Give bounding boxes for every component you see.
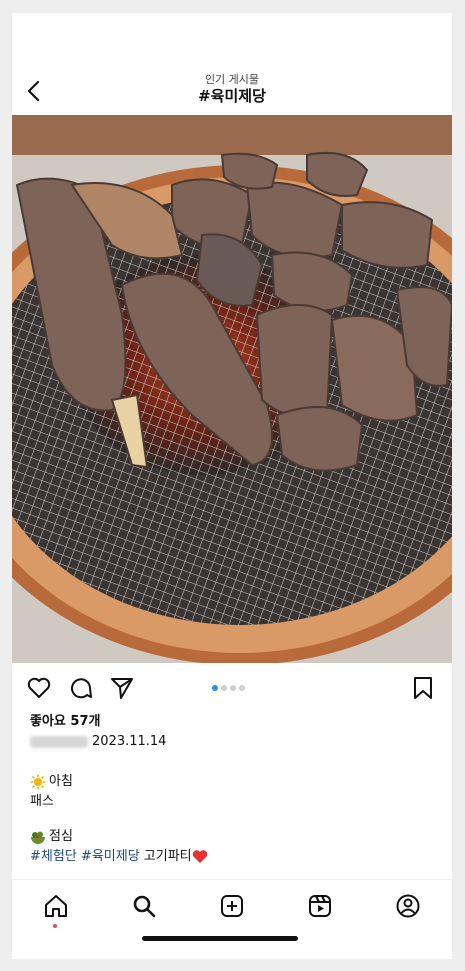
blurred-username[interactable] (30, 735, 88, 748)
notification-dot (53, 924, 57, 928)
caption-tail: 고기파티 (143, 849, 192, 864)
home-icon[interactable] (43, 893, 69, 919)
breakfast-text: 패스 (30, 794, 54, 809)
bottom-nav-bar (12, 879, 452, 959)
send-icon[interactable] (109, 675, 135, 701)
heart-icon[interactable] (26, 675, 52, 701)
sun-emoji (30, 774, 46, 789)
post-date: 2023.11.14 (92, 734, 167, 749)
hashtag-link[interactable]: #육미제당 (81, 849, 140, 864)
carousel-dot (221, 685, 227, 691)
post-photo[interactable] (12, 115, 452, 663)
like-count[interactable]: 좋아요 57개 (30, 710, 100, 729)
search-icon[interactable] (131, 893, 157, 919)
post-meta-row: 2023.11.14 (30, 734, 166, 749)
lunch-label: 점심 (49, 829, 73, 844)
caption-lunch-line: 점심 (30, 825, 73, 845)
caption-hashtags-line: #체험단 #육미제당 고기파티 (30, 845, 211, 864)
post-actions-bar (12, 673, 452, 703)
carousel-dot (239, 685, 245, 691)
caption-breakfast-line: 아침 (30, 770, 73, 790)
carousel-dot (212, 685, 218, 691)
header-title: #육미제당 (198, 87, 266, 105)
carousel-indicator (212, 685, 248, 691)
red-heart-emoji (192, 850, 207, 863)
top-header: 인기 게시물 #육미제당 (12, 13, 452, 115)
instagram-post-screen: 인기 게시물 #육미제당 좋아요 57개 2023.11.14 아침 패스 점심… (12, 13, 452, 959)
hashtag-link[interactable]: #체험단 (30, 849, 77, 864)
plus-square-icon[interactable] (219, 893, 245, 919)
home-indicator-bar[interactable] (142, 936, 298, 941)
profile-icon[interactable] (395, 893, 421, 919)
carousel-dot (230, 685, 236, 691)
breakfast-label: 아침 (49, 774, 73, 789)
reels-icon[interactable] (307, 893, 333, 919)
comment-icon[interactable] (68, 675, 94, 701)
bookmark-icon[interactable] (410, 675, 436, 701)
salad-emoji (31, 831, 45, 844)
